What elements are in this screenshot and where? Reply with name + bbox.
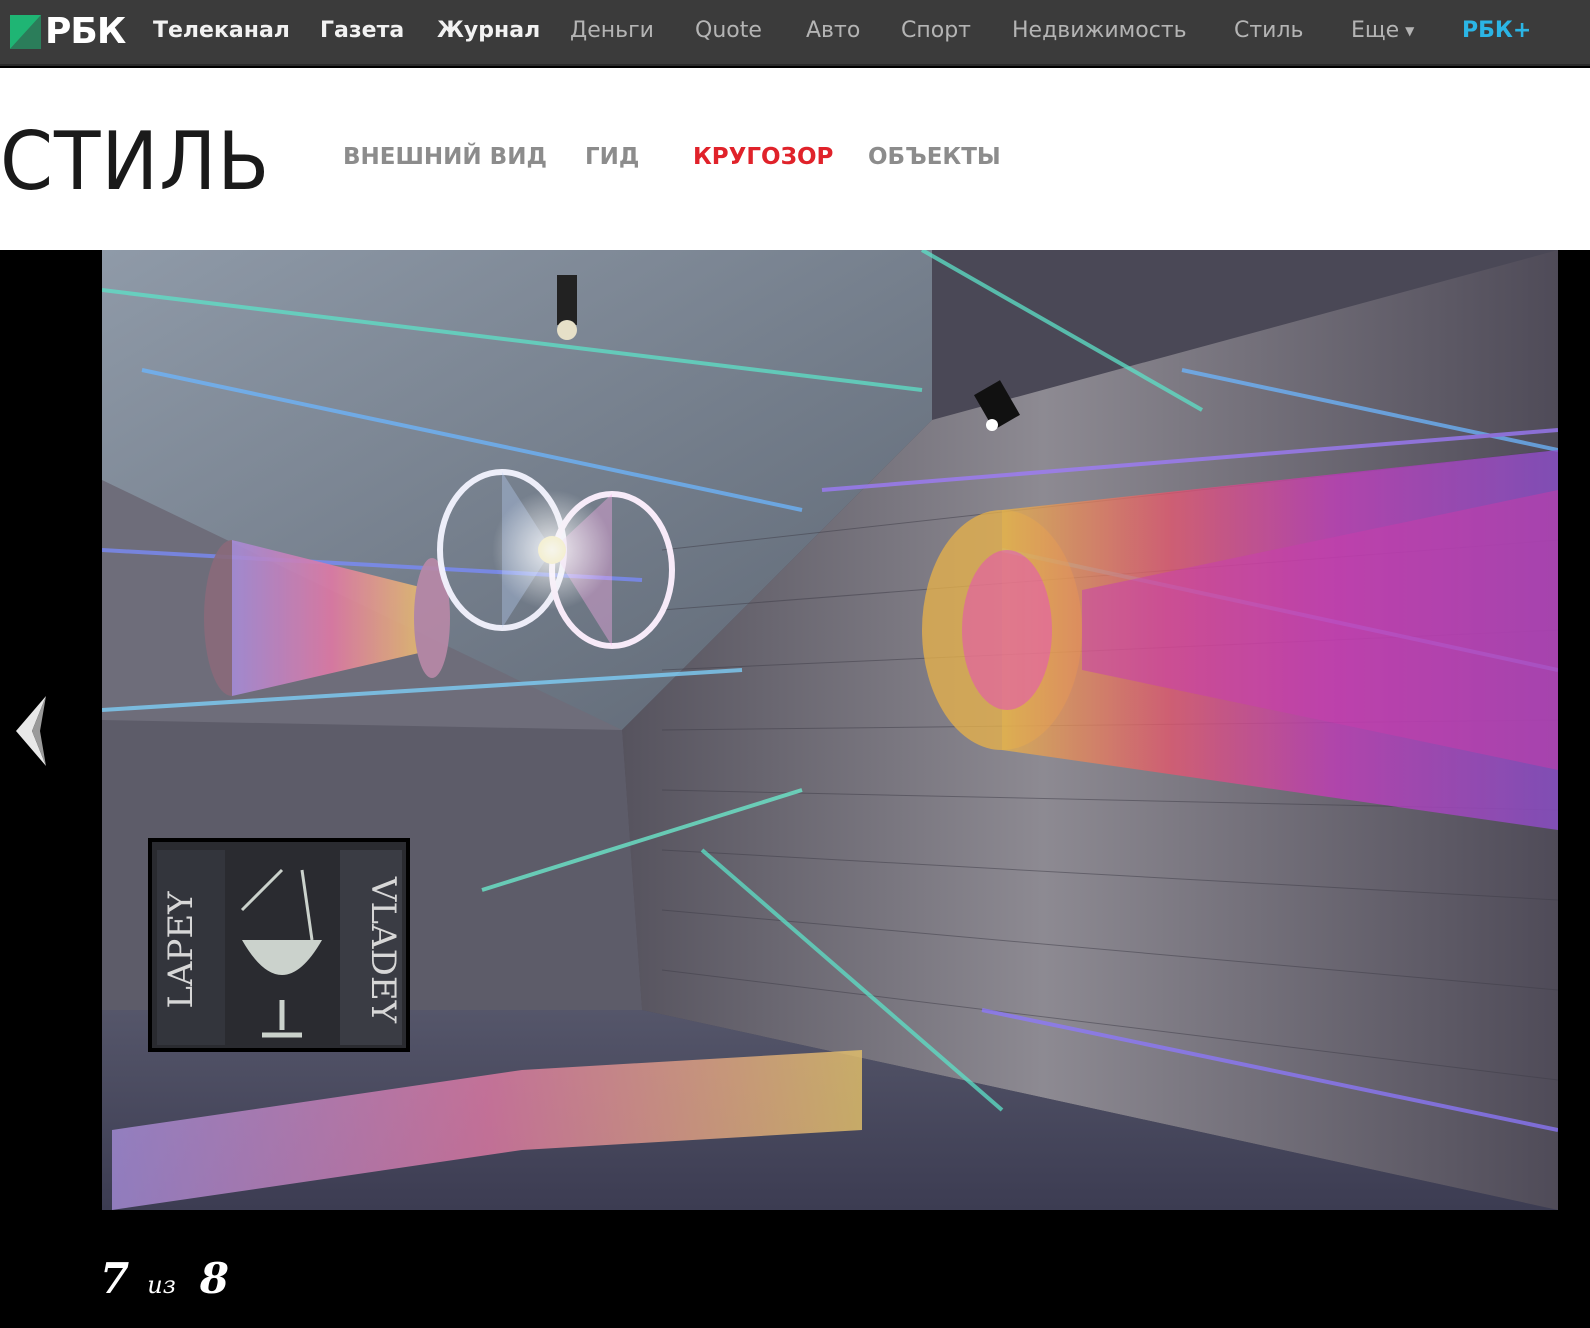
tab-krugozor[interactable]: КРУГОЗОР <box>693 142 833 172</box>
gallery-photo[interactable]: LAPEY VLADEY <box>102 250 1558 1210</box>
slide-of-label: из <box>147 1271 176 1299</box>
nav-item-dengi[interactable]: Деньги <box>570 17 654 45</box>
tab-gid[interactable]: ГИД <box>585 142 639 172</box>
poster: LAPEY VLADEY <box>148 838 410 1052</box>
nav-item-more-label: Еще <box>1351 18 1400 43</box>
section-header: СТИЛЬ ВНЕШНИЙ ВИД ГИД КРУГОЗОР ОБЪЕКТЫ <box>0 68 1590 250</box>
caret-down-icon: ▼ <box>1405 24 1415 38</box>
nav-item-nedvizhimost[interactable]: Недвижимость <box>1012 17 1187 45</box>
nav-item-avto[interactable]: Авто <box>806 17 860 45</box>
logo-mark-icon <box>10 15 41 49</box>
poster-left-word: LAPEY <box>161 891 201 1009</box>
tab-obekty[interactable]: ОБЪЕКТЫ <box>868 142 1001 172</box>
installation-photo-illustration: LAPEY VLADEY <box>102 250 1558 1210</box>
nav-item-sport[interactable]: Спорт <box>901 17 971 45</box>
slide-current: 7 <box>100 1254 130 1303</box>
tab-vneshniy-vid[interactable]: ВНЕШНИЙ ВИД <box>343 142 547 172</box>
nav-item-rbc-plus[interactable]: РБК+ <box>1462 17 1531 45</box>
slide-counter: 7 из 8 <box>100 1254 229 1303</box>
slide-total: 8 <box>199 1254 230 1303</box>
poster-right-word: VLADEY <box>363 876 403 1024</box>
section-title[interactable]: СТИЛЬ <box>0 114 270 210</box>
previous-arrow-icon[interactable] <box>12 694 48 768</box>
nav-item-stil[interactable]: Стиль <box>1234 17 1304 45</box>
top-navigation-bar: РБК Телеканал Газета Журнал Деньги Quote… <box>0 0 1590 66</box>
nav-item-quote[interactable]: Quote <box>695 17 762 45</box>
nav-item-gazeta[interactable]: Газета <box>320 17 404 45</box>
nav-item-more[interactable]: Еще ▼ <box>1351 17 1414 45</box>
nav-item-telekanal[interactable]: Телеканал <box>153 17 290 45</box>
photo-gallery: LAPEY VLADEY 7 из 8 <box>0 250 1590 1328</box>
logo-text: РБК <box>45 11 126 52</box>
nav-item-zhurnal[interactable]: Журнал <box>437 17 540 45</box>
rbc-logo[interactable]: РБК <box>10 11 126 52</box>
